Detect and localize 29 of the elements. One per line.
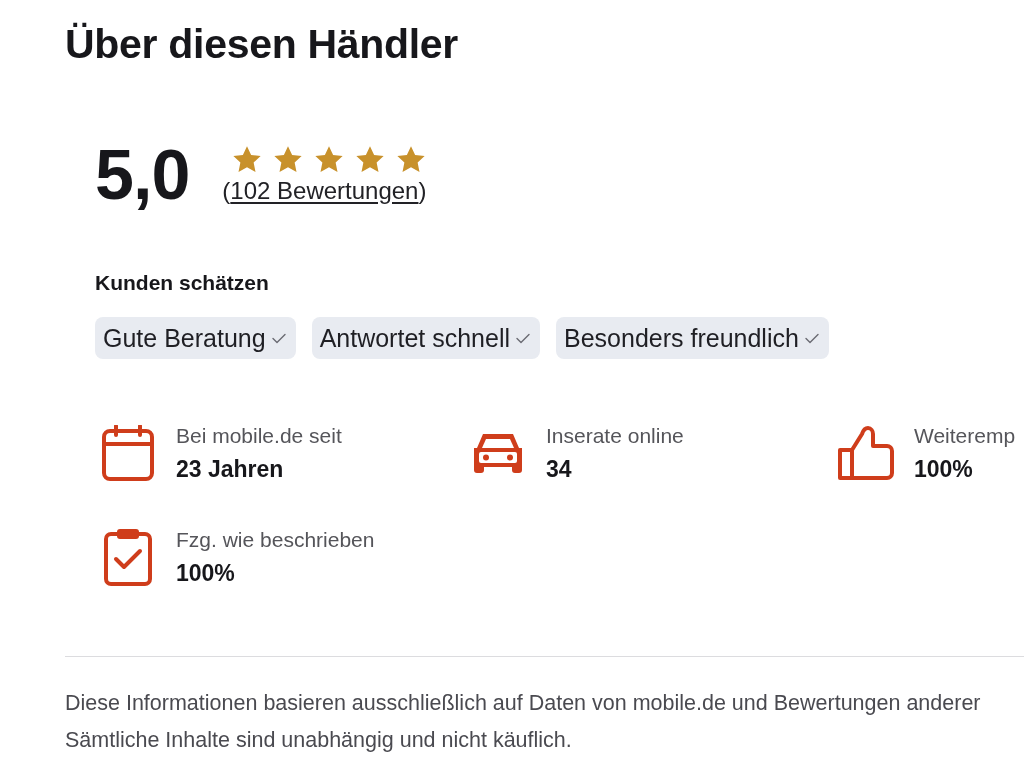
star-icon <box>314 144 345 174</box>
stat-label: Weiteremp <box>914 425 1016 447</box>
tag-label: Antwortet schnell <box>319 323 510 353</box>
star-icon <box>396 144 427 174</box>
review-count: (102 Bewertungen) <box>222 175 427 206</box>
stat-label: Inserate online <box>546 425 684 447</box>
stat-value: 23 Jahren <box>176 457 285 481</box>
stat-value: 100% <box>176 561 236 585</box>
thumbs-up-icon <box>838 426 894 480</box>
praise-heading: Kunden schätzen <box>95 271 270 295</box>
reviews-link[interactable]: 102 Bewertungen <box>230 176 419 204</box>
clipboard-check-icon <box>104 528 152 586</box>
star-icon <box>355 144 386 174</box>
disclaimer-text: Sämtliche Inhalte sind unabhängig und nicht käuflich. <box>65 728 573 753</box>
check-icon <box>516 332 530 344</box>
section-title: Über diesen Händler <box>65 20 460 68</box>
calendar-icon <box>102 425 154 481</box>
tag-label: Besonders freundlich <box>564 323 799 353</box>
tag-label: Gute Beratung <box>103 323 266 353</box>
stat-label: Bei mobile.de seit <box>176 425 342 447</box>
star-icon <box>273 144 304 174</box>
check-icon <box>804 332 819 344</box>
check-icon <box>271 332 286 344</box>
disclaimer-text: Diese Informationen basieren ausschließlich auf Daten von mobile.de und Bewertungen anderer <box>65 691 982 716</box>
stat-label: Fzg. wie beschrieben <box>176 529 375 551</box>
stat-value: 100% <box>914 457 974 481</box>
star-icon <box>232 144 263 174</box>
stat-value: 34 <box>546 457 573 481</box>
rating-score: 5,0 <box>95 140 190 210</box>
